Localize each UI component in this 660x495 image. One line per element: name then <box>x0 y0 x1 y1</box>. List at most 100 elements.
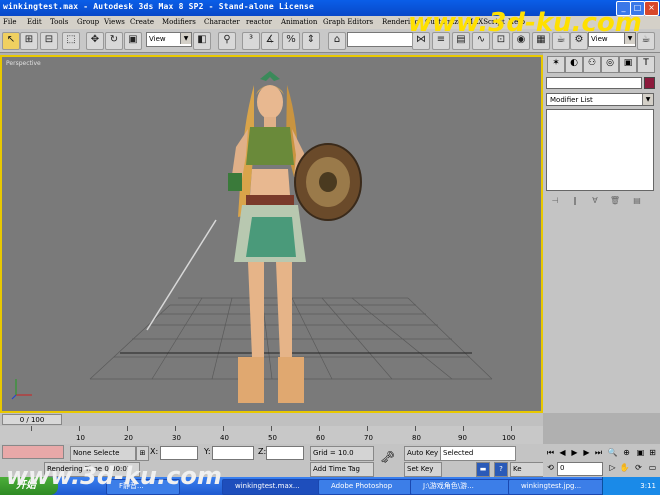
time-slider[interactable]: 0 / 100 <box>0 413 543 426</box>
pin-stack-icon[interactable]: ⊣ <box>549 196 561 208</box>
current-frame-field[interactable]: 0 <box>557 462 603 476</box>
sword <box>146 219 217 331</box>
motion-tab-icon[interactable]: ◎ <box>601 56 619 73</box>
z-coordinate-field[interactable] <box>266 446 304 460</box>
playback-controls: ⏮ ◀ ▶ ▶ ⏭ 🔍 ⊕ ▣ ⊞ ⟲ 0 ▷ ✋ ⟳ ▭ <box>543 444 660 477</box>
configure-sets-icon[interactable]: ▤ <box>631 196 643 208</box>
create-tab-icon[interactable]: ✶ <box>547 56 565 73</box>
menu-modifiers[interactable]: Modifiers <box>162 18 196 26</box>
menu-reactor[interactable]: reactor <box>246 18 272 26</box>
perspective-viewport[interactable]: Perspective <box>0 55 543 413</box>
track-tick-label: 80 <box>412 434 421 442</box>
modifier-list-select[interactable]: Modifier List ▼ <box>546 93 654 106</box>
key-selection-select[interactable]: Selected <box>440 446 516 461</box>
command-panel: ✶ ◐ ⚇ ◎ ▣ T Modifier List ▼ ⊣ ‖ ∀ 🗑 ▤ <box>543 53 660 413</box>
hierarchy-tab-icon[interactable]: ⚇ <box>583 56 601 73</box>
play-icon[interactable]: ▶ <box>569 447 580 458</box>
arc-rotate-icon[interactable]: ⟳ <box>633 462 644 473</box>
maxscript-listener-field[interactable] <box>2 445 64 459</box>
make-unique-icon[interactable]: ∀ <box>589 196 601 208</box>
grid-status: Grid = 10.0 <box>310 446 374 461</box>
named-selection-icon[interactable]: ⌂ <box>328 32 346 50</box>
key-mode-toggle-icon[interactable]: ⟲ <box>545 462 556 473</box>
track-tick-label: 50 <box>268 434 277 442</box>
go-to-start-icon[interactable]: ⏮ <box>545 447 556 458</box>
menu-edit[interactable]: Edit <box>27 18 42 26</box>
object-name-field[interactable] <box>546 77 642 89</box>
display-tab-icon[interactable]: ▣ <box>619 56 637 73</box>
select-arrow-icon[interactable]: ↖ <box>2 32 20 50</box>
field-of-view-icon[interactable]: ▷ <box>607 462 618 473</box>
auto-key-button[interactable]: Auto Key <box>404 446 442 461</box>
menu-graph-editors[interactable]: Graph Editors <box>323 18 373 26</box>
previous-frame-icon[interactable]: ◀ <box>557 447 568 458</box>
menu-character[interactable]: Character <box>204 18 240 26</box>
manipulate-icon[interactable]: ⚲ <box>218 32 236 50</box>
move-icon[interactable]: ✥ <box>86 32 104 50</box>
snap-toggle-icon[interactable]: ³ <box>242 32 260 50</box>
menu-group[interactable]: Group <box>77 18 99 26</box>
menu-tools[interactable]: Tools <box>50 18 68 26</box>
utilities-tab-icon[interactable]: T <box>637 56 655 73</box>
time-slider-thumb[interactable]: 0 / 100 <box>2 414 62 425</box>
modify-tab-icon[interactable]: ◐ <box>565 56 583 73</box>
taskbar-item[interactable]: J:\游戏角色\游... <box>410 479 520 495</box>
modifier-stack[interactable] <box>546 109 654 191</box>
key-filters-button[interactable]: Ke <box>510 462 544 477</box>
rotate-icon[interactable]: ↻ <box>105 32 123 50</box>
track-tick-label: 20 <box>124 434 133 442</box>
pivot-icon[interactable]: ◧ <box>193 32 211 50</box>
select-link-icon[interactable]: ⊞ <box>20 32 38 50</box>
set-key-icon[interactable]: ▬ <box>476 462 490 477</box>
taskbar-item[interactable]: Adobe Photoshop <box>318 479 422 495</box>
key-help-icon[interactable]: ? <box>494 462 508 477</box>
zoom-icon[interactable]: 🔍 <box>607 447 618 458</box>
add-time-tag-button[interactable]: Add Time Tag <box>310 462 374 477</box>
watermark-top: www.3d-ku.com <box>408 8 642 38</box>
taskbar-item[interactable]: winkingtest.max... <box>222 479 330 495</box>
z-label: Z: <box>258 447 267 456</box>
select-region-icon[interactable]: ⬚ <box>62 32 80 50</box>
go-to-end-icon[interactable]: ⏭ <box>593 447 604 458</box>
selection-status: None Selecte <box>70 446 136 461</box>
y-coordinate-field[interactable] <box>212 446 254 460</box>
track-bar[interactable]: 10 20 30 40 50 60 70 80 90 100 <box>0 426 543 444</box>
window-title: winkingtest.max - Autodesk 3ds Max 8 SP2… <box>3 2 315 11</box>
object-color-swatch[interactable] <box>644 77 655 89</box>
close-button[interactable]: × <box>644 1 659 16</box>
set-key-button[interactable]: Set Key <box>404 462 442 477</box>
axis-tripod <box>11 379 32 400</box>
track-tick-label: 10 <box>76 434 85 442</box>
pan-icon[interactable]: ✋ <box>619 462 630 473</box>
menu-views[interactable]: Views <box>104 18 125 26</box>
viewport-scene <box>11 71 493 403</box>
menu-create[interactable]: Create <box>130 18 154 26</box>
key-mode-icon[interactable]: 🗝 <box>380 450 395 464</box>
track-tick-label: 30 <box>172 434 181 442</box>
track-tick-label: 60 <box>316 434 325 442</box>
angle-snap-icon[interactable]: ∡ <box>261 32 279 50</box>
spinner-snap-icon[interactable]: ⇕ <box>302 32 320 50</box>
taskbar-item[interactable]: winkingtest.jpg... <box>508 479 614 495</box>
named-selection-select[interactable] <box>347 32 413 47</box>
track-tick-label: 90 <box>458 434 467 442</box>
menu-animation[interactable]: Animation <box>281 18 317 26</box>
scale-icon[interactable]: ▣ <box>124 32 142 50</box>
track-tick-label: 70 <box>364 434 373 442</box>
zoom-extents-all-icon[interactable]: ⊞ <box>647 447 658 458</box>
system-tray-clock[interactable]: 3:11 <box>602 477 660 495</box>
remove-modifier-icon[interactable]: 🗑 <box>609 196 621 208</box>
next-frame-icon[interactable]: ▶ <box>581 447 592 458</box>
show-end-result-icon[interactable]: ‖ <box>569 196 581 208</box>
lock-selection-icon[interactable]: ⊞ <box>136 446 149 461</box>
percent-snap-icon[interactable]: % <box>282 32 300 50</box>
reference-coord-select[interactable]: View ▼ <box>146 32 192 47</box>
x-label: X: <box>150 447 159 456</box>
unlink-icon[interactable]: ⊟ <box>40 32 58 50</box>
maximize-viewport-icon[interactable]: ▭ <box>647 462 658 473</box>
track-tick-label: 40 <box>220 434 229 442</box>
zoom-all-icon[interactable]: ⊕ <box>621 447 632 458</box>
x-coordinate-field[interactable] <box>160 446 198 460</box>
menu-file[interactable]: File <box>3 18 16 26</box>
zoom-extents-icon[interactable]: ▣ <box>635 447 646 458</box>
